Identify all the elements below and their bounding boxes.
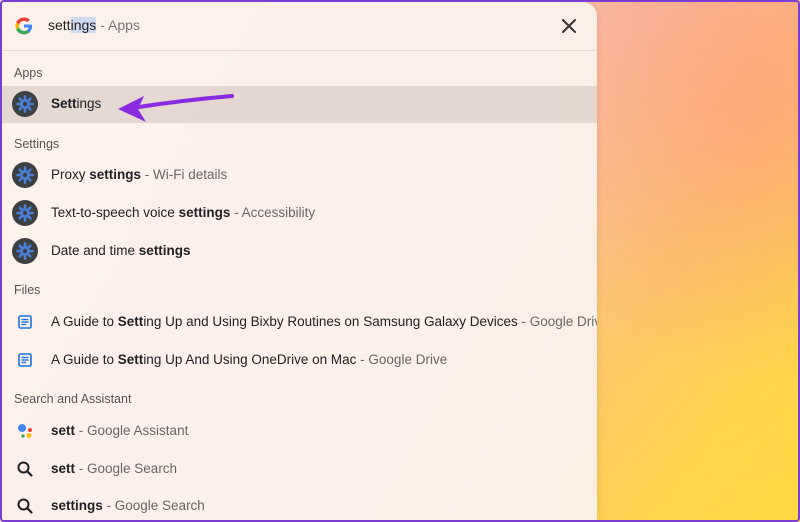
- section-title-search-assistant: Search and Assistant: [14, 392, 132, 406]
- result-label: Date and time settings: [51, 243, 191, 258]
- settings-gear-icon: [12, 162, 38, 188]
- section-title-settings: Settings: [14, 137, 60, 151]
- result-label: sett - Google Assistant: [51, 423, 189, 438]
- result-google-assistant[interactable]: sett - Google Assistant: [2, 413, 597, 450]
- result-google-search-settings[interactable]: settings - Google Search: [2, 488, 597, 520]
- query-text: sett: [48, 17, 71, 33]
- search-bar[interactable]: sett ings - Apps: [2, 2, 597, 51]
- google-logo-icon: [15, 17, 33, 35]
- result-label: Proxy settings - Wi-Fi details: [51, 167, 228, 182]
- google-docs-icon: [18, 315, 32, 329]
- result-file-bixby-guide[interactable]: A Guide to Setting Up and Using Bixby Ro…: [2, 304, 597, 341]
- annotation-arrow-icon: [118, 94, 234, 122]
- result-label: A Guide to Setting Up And Using OneDrive…: [51, 352, 448, 367]
- result-date-time-settings[interactable]: Date and time settings: [2, 233, 597, 270]
- result-label: settings - Google Search: [51, 498, 205, 513]
- section-title-files: Files: [14, 283, 41, 297]
- settings-gear-icon: [12, 200, 38, 226]
- settings-gear-icon: [12, 91, 38, 117]
- result-proxy-settings[interactable]: Proxy settings - Wi-Fi details: [2, 157, 597, 194]
- settings-gear-icon: [12, 238, 38, 264]
- query-autocomplete-selection: ings: [70, 17, 97, 33]
- search-icon: [17, 461, 33, 477]
- result-settings-app[interactable]: Settings: [2, 86, 597, 123]
- result-label: A Guide to Setting Up and Using Bixby Ro…: [51, 314, 597, 329]
- result-google-search-sett[interactable]: sett - Google Search: [2, 451, 597, 488]
- query-category-hint: - Apps: [100, 17, 140, 33]
- search-icon: [17, 498, 33, 514]
- result-label: Text-to-speech voice settings - Accessib…: [51, 205, 316, 220]
- result-tts-settings[interactable]: Text-to-speech voice settings - Accessib…: [2, 195, 597, 232]
- google-assistant-icon: [18, 424, 32, 438]
- section-title-apps: Apps: [14, 66, 43, 80]
- close-icon: [562, 19, 576, 33]
- result-label: Settings: [51, 96, 102, 111]
- close-button[interactable]: [557, 14, 581, 38]
- result-file-onedrive-guide[interactable]: A Guide to Setting Up And Using OneDrive…: [2, 342, 597, 379]
- result-label: sett - Google Search: [51, 461, 178, 476]
- search-input[interactable]: sett ings - Apps: [48, 17, 140, 33]
- launcher-panel: settings- Apps Apps Settings Settings: [2, 2, 597, 520]
- google-docs-icon: [18, 353, 32, 367]
